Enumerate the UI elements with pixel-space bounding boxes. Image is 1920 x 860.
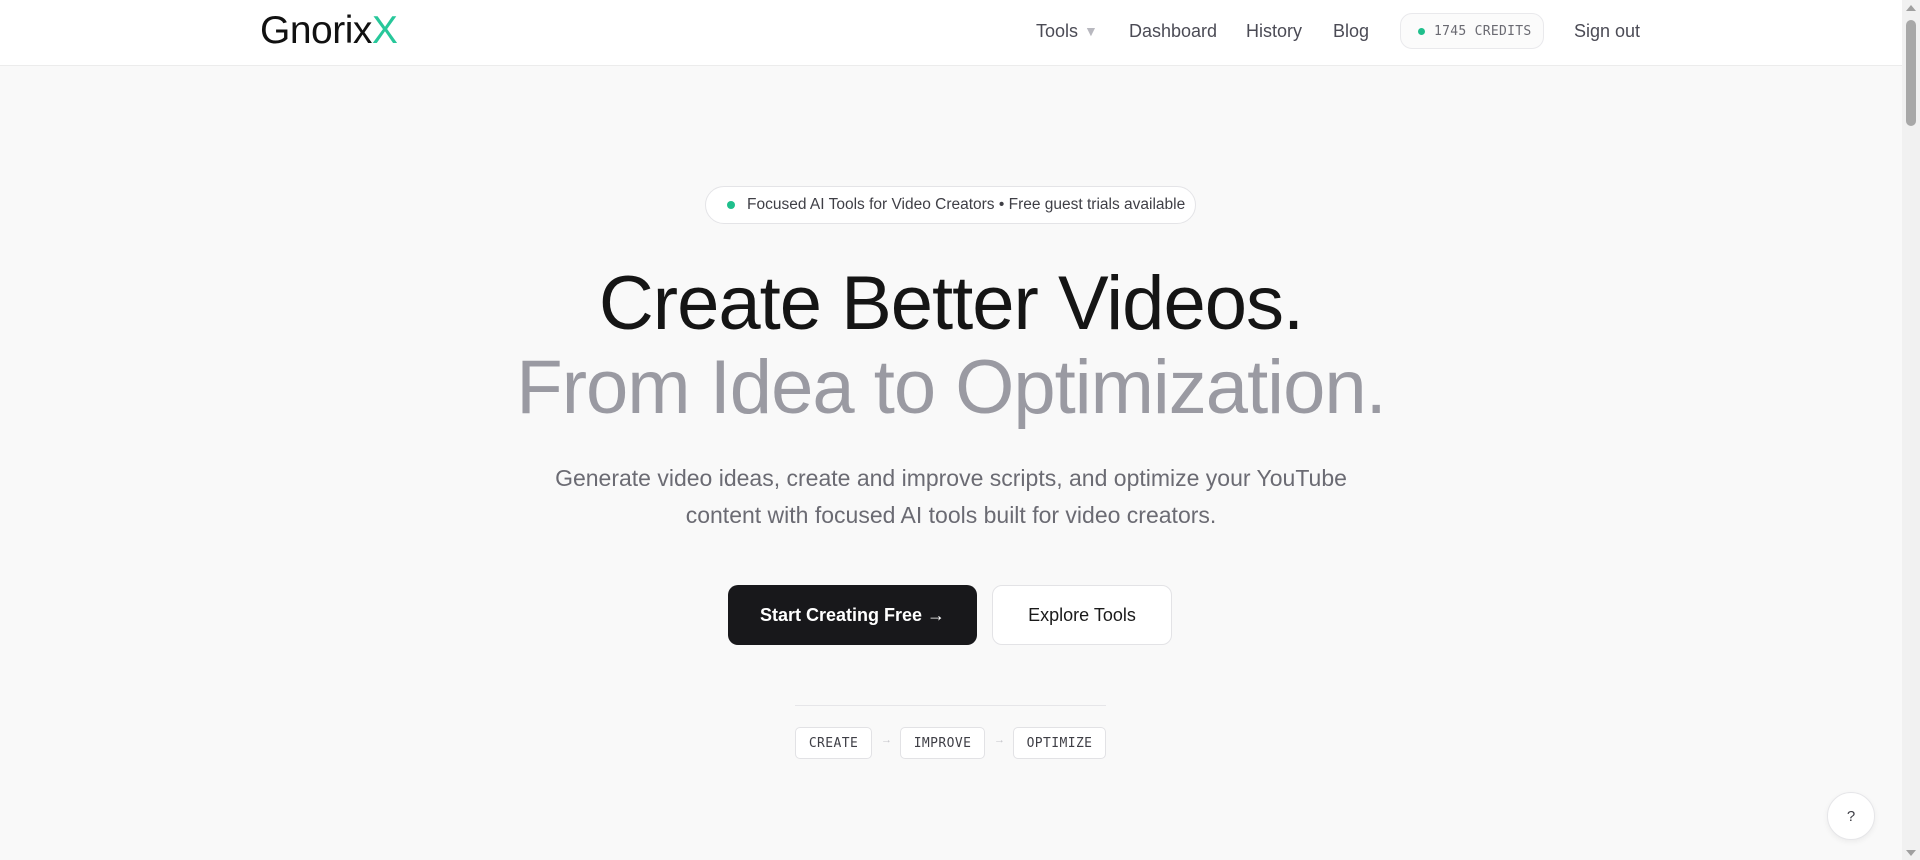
nav-blog[interactable]: Blog <box>1333 20 1369 42</box>
step-arrow-icon: → <box>881 734 892 746</box>
nav-tools-label: Tools <box>1036 21 1079 41</box>
hero-subtitle-line-1: Generate video ideas, create and improve… <box>555 465 1347 491</box>
nav-tools-dropdown[interactable]: Tools ▼ <box>1036 20 1098 42</box>
hero-headline-secondary: From Idea to Optimization. <box>516 345 1386 430</box>
page: GnorixX Tools ▼ Dashboard History Blog 17… <box>0 0 1920 860</box>
start-creating-button[interactable]: Start Creating Free → <box>728 585 977 645</box>
status-dot-icon <box>1418 27 1425 35</box>
hero-subtitle: Generate video ideas, create and improve… <box>0 460 1902 534</box>
scroll-down-arrow-icon[interactable] <box>1906 850 1916 856</box>
announcement-badge: Focused AI Tools for Video Creators • Fr… <box>705 186 1196 224</box>
announcement-text: Focused AI Tools for Video Creators • Fr… <box>747 196 1186 213</box>
logo-text: Gnorix <box>260 9 372 52</box>
step-create: CREATE <box>795 727 872 759</box>
nav-dashboard[interactable]: Dashboard <box>1129 20 1217 42</box>
step-arrow-icon: → <box>994 734 1005 746</box>
status-dot-icon <box>727 201 735 209</box>
step-optimize: OPTIMIZE <box>1013 727 1106 759</box>
nav-history[interactable]: History <box>1246 20 1302 42</box>
sign-out-link[interactable]: Sign out <box>1574 20 1640 42</box>
help-button[interactable]: ? <box>1827 792 1875 840</box>
scrollbar[interactable] <box>1902 0 1920 860</box>
caret-down-icon: ▼ <box>1084 23 1098 39</box>
hero-headline-primary: Create Better Videos. <box>598 261 1304 346</box>
explore-tools-button[interactable]: Explore Tools <box>992 585 1172 645</box>
credits-text: 1745 CREDITS <box>1434 23 1532 39</box>
hero-subtitle-line-2: content with focused AI tools built for … <box>685 502 1217 528</box>
divider <box>795 705 1106 706</box>
step-improve: IMPROVE <box>900 727 985 759</box>
credits-badge: 1745 CREDITS <box>1400 13 1544 49</box>
top-navbar: GnorixX Tools ▼ Dashboard History Blog 17… <box>0 0 1902 66</box>
question-icon: ? <box>1846 807 1856 825</box>
scrollbar-thumb[interactable] <box>1906 20 1916 126</box>
scroll-up-arrow-icon[interactable] <box>1906 5 1916 11</box>
logo-accent: X <box>371 9 398 52</box>
logo[interactable]: GnorixX <box>260 8 398 54</box>
